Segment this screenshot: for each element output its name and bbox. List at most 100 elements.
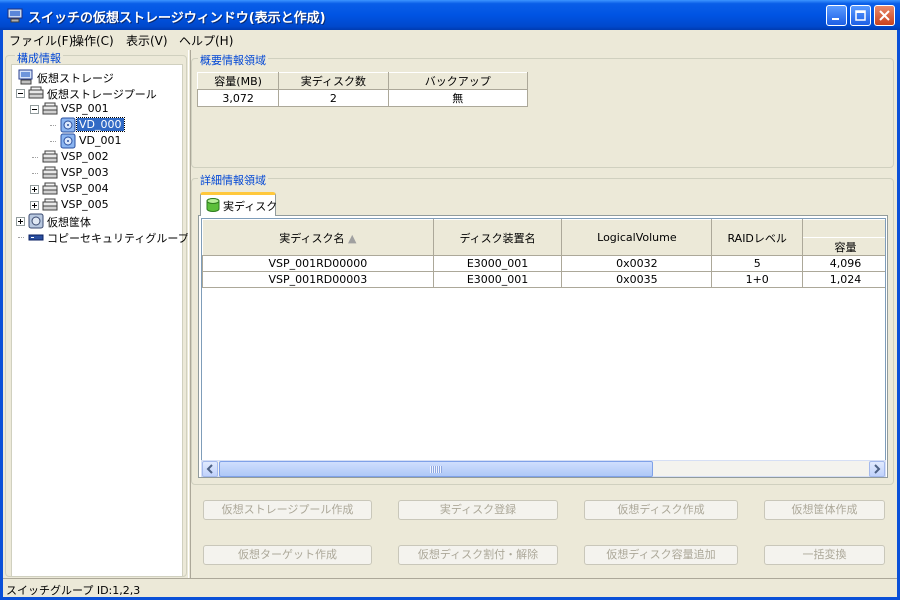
collapse-icon[interactable] bbox=[16, 89, 25, 98]
tree-node[interactable]: コピーセキュリティグループ bbox=[12, 229, 189, 245]
arrow-right-icon bbox=[874, 464, 881, 474]
tab-physical-disk-label: 実ディスク bbox=[223, 200, 278, 213]
virtual-disk-icon bbox=[60, 133, 76, 149]
expand-icon[interactable] bbox=[30, 201, 39, 210]
tab-physical-disk[interactable]: 実ディスク bbox=[200, 192, 278, 216]
minimize-button[interactable] bbox=[826, 5, 847, 26]
assign-release-virtual-disk-button[interactable]: 仮想ディスク割付・解除 bbox=[398, 545, 558, 565]
tree-node[interactable]: 仮想筐体 bbox=[12, 213, 182, 229]
column-header-disk-name[interactable]: 実ディスク名 ▲ bbox=[202, 219, 434, 256]
application-window: スイッチの仮想ストレージウィンドウ(表示と作成) ファイル(F) 操作(C) 表… bbox=[0, 0, 900, 600]
disk-name-cell: VSP_001RD00000 bbox=[202, 255, 434, 272]
storage-pool-icon bbox=[42, 102, 58, 115]
scroll-grip-icon bbox=[430, 466, 442, 473]
tree-node[interactable]: VD_000 bbox=[12, 117, 182, 133]
tree-node[interactable]: VD_001 bbox=[12, 133, 182, 149]
add-virtual-disk-capacity-button[interactable]: 仮想ディスク容量追加 bbox=[584, 545, 738, 565]
menu-view[interactable]: 表示(V) bbox=[126, 32, 168, 49]
disk-name-cell: VSP_001RD00003 bbox=[202, 271, 434, 288]
maximize-icon bbox=[855, 10, 866, 21]
batch-convert-button[interactable]: 一括変換 bbox=[764, 545, 885, 565]
storage-pool-icon bbox=[28, 86, 44, 99]
tree-node-label: 仮想ストレージ bbox=[37, 72, 114, 85]
column-header-group-spacer bbox=[802, 219, 885, 238]
physical-disk-list[interactable]: 実ディスク名 ▲ ディスク装置名 LogicalVolume RAIDレベル 容… bbox=[201, 218, 886, 461]
close-button[interactable] bbox=[874, 5, 895, 26]
storage-pool-icon bbox=[42, 182, 58, 195]
storage-computer-icon bbox=[18, 69, 33, 85]
horizontal-scrollbar[interactable] bbox=[201, 460, 886, 477]
tree-node-label: VSP_002 bbox=[61, 150, 109, 163]
physical-disk-table: 実ディスク名 ▲ ディスク装置名 LogicalVolume RAIDレベル 容… bbox=[202, 219, 885, 288]
summary-capacity-value: 3,072 bbox=[196, 89, 280, 107]
create-virtual-disk-button[interactable]: 仮想ディスク作成 bbox=[584, 500, 738, 520]
tree-node-label: 仮想ストレージプール bbox=[47, 88, 157, 101]
device-name-cell: E3000_001 bbox=[432, 255, 563, 272]
expand-icon[interactable] bbox=[30, 185, 39, 194]
menu-help[interactable]: ヘルプ(H) bbox=[179, 32, 233, 49]
sort-ascending-icon: ▲ bbox=[347, 231, 357, 245]
configuration-panel: 構成情報 仮想ストレージ 仮想ストレージプール VSP_001 VD_000 VD_00… bbox=[5, 50, 189, 577]
menu-bar: ファイル(F) 操作(C) 表示(V) ヘルプ(H) bbox=[3, 30, 897, 48]
tree-node[interactable]: 仮想ストレージ bbox=[12, 69, 182, 85]
raid-level-cell: 1+0 bbox=[711, 271, 804, 288]
configuration-tree[interactable]: 仮想ストレージ仮想ストレージプール VSP_001 VD_000 VD_001 VSP_… bbox=[11, 64, 189, 577]
device-name-cell: E3000_001 bbox=[432, 271, 563, 288]
logical-volume-cell: 0x0032 bbox=[561, 255, 713, 272]
summary-title: 概要情報領域 bbox=[198, 52, 268, 68]
summary-disk-count-value: 2 bbox=[278, 89, 389, 107]
create-virtual-enclosure-button[interactable]: 仮想筐体作成 bbox=[764, 500, 885, 520]
storage-pool-icon bbox=[42, 198, 58, 211]
column-header-raid-level[interactable]: RAIDレベル bbox=[711, 219, 804, 256]
menu-operation[interactable]: 操作(C) bbox=[72, 32, 114, 49]
virtual-enclosure-icon bbox=[28, 213, 44, 229]
table-row[interactable]: VSP_001RD00003 E3000_001 0x0035 1+0 1,02… bbox=[202, 271, 885, 288]
raid-level-cell: 5 bbox=[711, 255, 804, 272]
detail-title: 詳細情報領域 bbox=[198, 172, 268, 188]
tree-connector bbox=[32, 157, 38, 158]
storage-pool-icon bbox=[42, 150, 58, 163]
tree-node-label: VD_001 bbox=[79, 134, 122, 147]
maximize-button[interactable] bbox=[850, 5, 871, 26]
window-title: スイッチの仮想ストレージウィンドウ(表示と作成) bbox=[28, 11, 326, 26]
storage-pool-icon bbox=[42, 166, 58, 179]
create-virtual-target-button[interactable]: 仮想ターゲット作成 bbox=[203, 545, 372, 565]
tree-node-label: VSP_001 bbox=[61, 102, 109, 115]
close-icon bbox=[879, 10, 890, 21]
tree-connector bbox=[32, 173, 38, 174]
column-header-logical-volume[interactable]: LogicalVolume bbox=[561, 219, 713, 256]
tree-node[interactable]: VSP_002 bbox=[12, 149, 182, 165]
scroll-left-button[interactable] bbox=[202, 461, 218, 477]
collapse-icon[interactable] bbox=[30, 105, 39, 114]
summary-header-disk-count: 実ディスク数 bbox=[278, 72, 389, 90]
physical-disk-icon bbox=[206, 198, 220, 212]
tree-node[interactable]: VSP_001 bbox=[12, 101, 182, 117]
logical-volume-cell: 0x0035 bbox=[561, 271, 713, 288]
tree-node-label: VD_000 bbox=[76, 117, 125, 132]
summary-table: 容量(MB) 実ディスク数 バックアップ 3,072 2 無 bbox=[196, 72, 529, 107]
tree-node[interactable]: VSP_003 bbox=[12, 165, 182, 181]
expand-icon[interactable] bbox=[16, 217, 25, 226]
column-header-device-name[interactable]: ディスク装置名 bbox=[432, 219, 563, 256]
copy-security-group-icon bbox=[28, 234, 44, 241]
column-header-capacity[interactable]: 容量 bbox=[802, 237, 885, 256]
tree-node-label: VSP_005 bbox=[61, 198, 109, 211]
column-header-disk-name-label: 実ディスク名 bbox=[279, 231, 345, 245]
scroll-thumb[interactable] bbox=[219, 461, 653, 477]
menu-file[interactable]: ファイル(F) bbox=[9, 32, 73, 49]
tree-node[interactable]: VSP_004 bbox=[12, 181, 182, 197]
virtual-disk-icon bbox=[60, 117, 76, 133]
summary-header-capacity: 容量(MB) bbox=[196, 72, 280, 90]
register-physical-disk-button[interactable]: 実ディスク登録 bbox=[398, 500, 558, 520]
create-virtual-storage-pool-button[interactable]: 仮想ストレージプール作成 bbox=[203, 500, 372, 520]
minimize-icon bbox=[832, 18, 839, 20]
arrow-left-icon bbox=[206, 464, 213, 474]
tree-node[interactable]: VSP_005 bbox=[12, 197, 182, 213]
summary-header-backup: バックアップ bbox=[387, 72, 529, 90]
table-row[interactable]: VSP_001RD00000 E3000_001 0x0032 5 4,096 bbox=[202, 255, 885, 272]
title-bar[interactable]: スイッチの仮想ストレージウィンドウ(表示と作成) bbox=[0, 0, 900, 30]
scroll-right-button[interactable] bbox=[869, 461, 885, 477]
tree-connector bbox=[18, 237, 24, 238]
tree-node[interactable]: 仮想ストレージプール bbox=[12, 85, 182, 101]
tree-node-label: コピーセキュリティグループ bbox=[47, 232, 189, 245]
